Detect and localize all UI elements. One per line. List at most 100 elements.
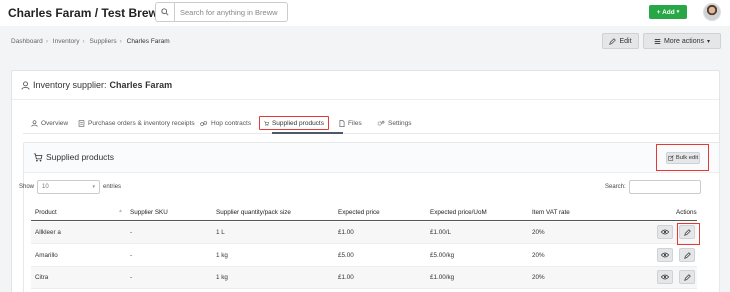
- breadcrumb-dashboard[interactable]: Dashboard: [11, 38, 43, 45]
- entries-label: entries: [103, 184, 122, 190]
- tab-files[interactable]: Files: [339, 116, 377, 130]
- table-row: Citra - 1 kg £1.00 £1.00/kg 20%: [31, 267, 697, 289]
- col-product[interactable]: Product: [35, 209, 57, 216]
- tab-overview[interactable]: Overview: [31, 116, 78, 130]
- cell-price: £1.00: [338, 229, 354, 236]
- page-length-control: Show 10 ▾ entries: [19, 180, 121, 194]
- table-row: Amarillo - 1 kg £5.00 £5.00/kg 20%: [31, 245, 697, 267]
- table-search: Search:: [605, 180, 701, 194]
- breadcrumb-suppliers[interactable]: Suppliers: [90, 38, 117, 45]
- eye-icon: [661, 252, 669, 258]
- panel-header: Supplied products Bulk edit: [24, 143, 719, 173]
- tab-purchase-orders[interactable]: Purchase orders & inventory receipts: [78, 116, 200, 130]
- caret-down-icon: ▾: [707, 38, 711, 45]
- search-icon[interactable]: [156, 3, 175, 21]
- global-search: [155, 2, 288, 22]
- col-expected-price[interactable]: Expected price: [338, 209, 380, 216]
- cell-product[interactable]: Amarillo: [35, 252, 58, 259]
- view-button[interactable]: [657, 225, 673, 239]
- cell-price: £5.00: [338, 252, 354, 259]
- cell-pack: 1 L: [216, 229, 225, 236]
- edit-square-icon: [668, 155, 674, 161]
- edit-button-label: Edit: [619, 37, 632, 45]
- user-icon: [21, 80, 30, 90]
- col-price-uom[interactable]: Expected price/UoM: [430, 209, 487, 216]
- entries-value: 10: [42, 184, 49, 190]
- bars-icon: [654, 38, 661, 44]
- tab-settings[interactable]: Settings: [377, 116, 417, 130]
- breadcrumb-current: Charles Faram: [126, 38, 170, 45]
- panel-title: Supplied products: [33, 152, 114, 162]
- eye-icon: [661, 274, 669, 280]
- col-actions: Actions: [676, 209, 697, 216]
- page-title-prefix: Inventory supplier:: [33, 80, 107, 90]
- chevron-right-icon: ›: [82, 38, 85, 45]
- caret-down-icon: ▾: [676, 9, 680, 15]
- bulk-edit-label: Bulk edit: [675, 155, 699, 161]
- cart-icon: [264, 120, 269, 126]
- cell-vat: 20%: [532, 274, 545, 281]
- edit-row-button[interactable]: [679, 270, 695, 284]
- chevron-down-icon: ▾: [92, 184, 96, 190]
- cell-sku: -: [130, 252, 133, 259]
- user-icon: [31, 119, 38, 127]
- cell-uom: £1.00/kg: [430, 274, 455, 281]
- tab-purchase-orders-label: Purchase orders & inventory receipts: [88, 119, 195, 127]
- pencil-icon: [609, 37, 617, 45]
- eye-icon: [661, 229, 669, 235]
- col-vat-rate[interactable]: Item VAT rate: [532, 209, 570, 216]
- entries-select[interactable]: 10 ▾: [37, 180, 101, 194]
- table-header: Product ▲ Supplier SKU Supplier quantity…: [31, 204, 697, 221]
- more-actions-label: More actions: [663, 37, 705, 45]
- file-icon: [339, 119, 345, 127]
- pencil-icon: [683, 251, 691, 259]
- view-button[interactable]: [657, 248, 673, 262]
- col-supplier-sku[interactable]: Supplier SKU: [130, 209, 168, 216]
- tabs-divider: [23, 133, 720, 134]
- divider: [12, 99, 719, 100]
- pencil-icon: [683, 273, 691, 281]
- add-button-label: + Add: [656, 8, 675, 16]
- bulk-edit-highlight: Bulk edit: [656, 144, 709, 171]
- chevron-right-icon: ›: [45, 38, 48, 45]
- hop-icon: [200, 120, 208, 126]
- cell-product[interactable]: Citra: [35, 274, 48, 281]
- edit-row-button[interactable]: [679, 248, 695, 262]
- cogs-icon: [377, 120, 385, 126]
- cell-vat: 20%: [532, 252, 545, 259]
- cell-uom: £5.00/kg: [430, 252, 455, 259]
- cell-price: £1.00: [338, 274, 354, 281]
- cell-pack: 1 kg: [216, 274, 228, 281]
- tab-overview-label: Overview: [41, 119, 69, 127]
- view-button[interactable]: [657, 270, 673, 284]
- more-actions-button[interactable]: More actions ▾: [643, 33, 721, 49]
- edit-row-highlight: [677, 223, 700, 245]
- tab-settings-label: Settings: [388, 119, 412, 127]
- col-pack-size[interactable]: Supplier quantity/pack size: [216, 209, 291, 216]
- top-bar: Charles Faram / Test Brewery + Add ▾: [0, 0, 730, 26]
- search-input[interactable]: [175, 7, 285, 17]
- cell-product[interactable]: Allkleer a: [35, 229, 61, 236]
- active-tab-indicator: [272, 132, 343, 134]
- tab-hop-contracts-label: Hop contracts: [211, 119, 252, 127]
- sort-icon[interactable]: ▲: [118, 208, 123, 214]
- chevron-right-icon: ›: [119, 38, 122, 45]
- bulk-edit-button[interactable]: Bulk edit: [666, 152, 700, 164]
- breadcrumb-inventory[interactable]: Inventory: [53, 38, 80, 45]
- edit-button[interactable]: Edit: [602, 33, 639, 49]
- table-row: Allkleer a - 1 L £1.00 £1.00/L 20%: [31, 222, 697, 244]
- cell-vat: 20%: [532, 229, 545, 236]
- brand-title[interactable]: Charles Faram / Test Brewery: [8, 6, 176, 20]
- table-search-label: Search:: [605, 184, 626, 190]
- show-label: Show: [19, 184, 35, 190]
- add-button[interactable]: + Add ▾: [649, 5, 687, 19]
- tab-hop-contracts[interactable]: Hop contracts: [200, 116, 259, 130]
- cell-sku: -: [130, 229, 133, 236]
- avatar[interactable]: [703, 3, 721, 21]
- tab-files-label: Files: [348, 119, 362, 127]
- supplier-name: Charles Faram: [109, 80, 173, 90]
- tab-supplied-products[interactable]: Supplied products: [259, 116, 329, 130]
- table-search-input[interactable]: [628, 180, 701, 194]
- breadcrumb: Dashboard › Inventory › Suppliers › Charles…: [11, 38, 170, 45]
- cell-pack: 1 kg: [216, 252, 228, 259]
